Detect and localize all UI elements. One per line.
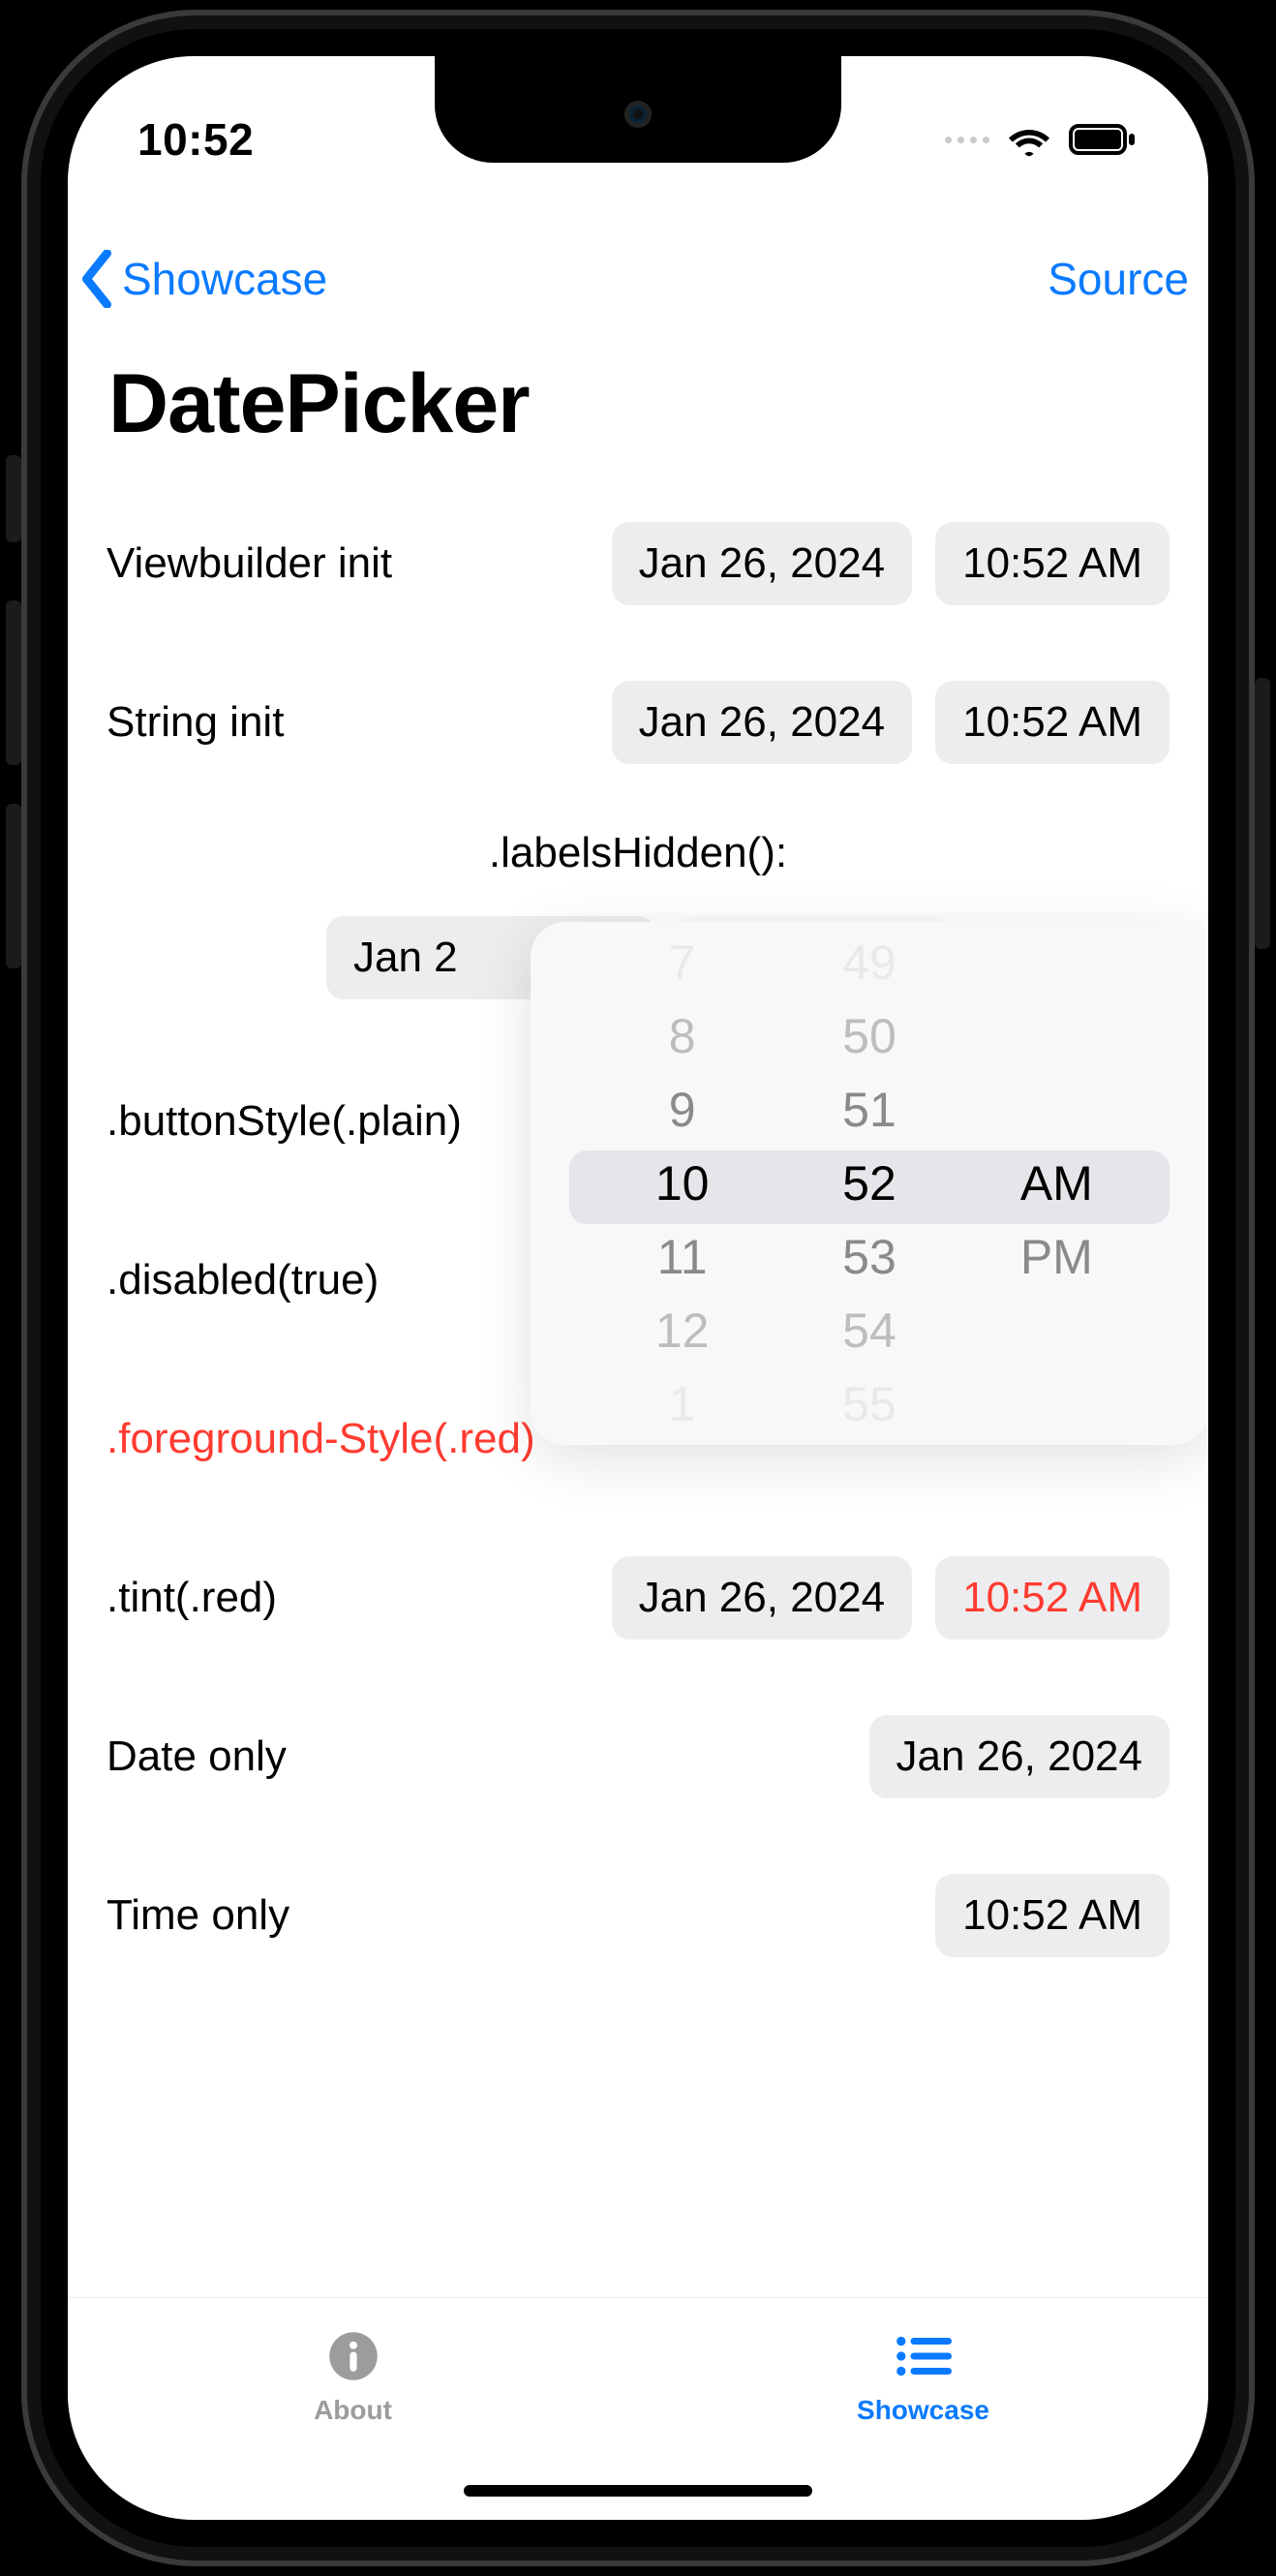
ampm-option: PM xyxy=(1020,1220,1093,1294)
minute-option: 55 xyxy=(842,1367,896,1441)
chips: Jan 26, 2024 10:52 AM xyxy=(612,522,1170,605)
tab-label: About xyxy=(314,2395,392,2426)
minute-option: 51 xyxy=(842,1073,896,1147)
row-string-init: String init Jan 26, 2024 10:52 AM xyxy=(106,670,1170,775)
info-circle-icon xyxy=(324,2327,382,2385)
row-time-only: Time only 10:52 AM xyxy=(106,1863,1170,1968)
picker-wheels: 7 8 9 10 11 12 1 49 50 51 52 53 54 55 xyxy=(531,922,1208,1445)
row-label: Date only xyxy=(106,1732,287,1783)
row-viewbuilder-init: Viewbuilder init Jan 26, 2024 10:52 AM xyxy=(106,511,1170,616)
page-title: DatePicker xyxy=(108,356,530,452)
ampm-wheel[interactable]: . . . AM PM . . xyxy=(963,922,1150,1445)
ringer-switch xyxy=(6,455,21,542)
hour-option: 11 xyxy=(657,1220,708,1294)
chips: Jan 26, 2024 10:52 AM xyxy=(612,681,1170,764)
time-picker-popover[interactable]: 7 8 9 10 11 12 1 49 50 51 52 53 54 55 xyxy=(531,922,1208,1445)
status-right xyxy=(945,122,1139,157)
hour-option: 12 xyxy=(655,1294,710,1367)
chips: Jan 26, 2024 xyxy=(869,1715,1170,1798)
minute-option: 53 xyxy=(842,1220,896,1294)
tab-label: Showcase xyxy=(857,2395,989,2426)
minute-option: 50 xyxy=(842,999,896,1073)
hour-selected: 10 xyxy=(655,1147,710,1220)
hour-option: 1 xyxy=(669,1367,696,1441)
status-time: 10:52 xyxy=(137,113,254,166)
power-button xyxy=(1255,678,1270,949)
chevron-left-icon xyxy=(77,250,116,308)
row-label: String init xyxy=(106,697,284,749)
time-chip[interactable]: 10:52 AM xyxy=(935,1556,1170,1640)
home-indicator[interactable] xyxy=(464,2485,812,2497)
volume-down-button xyxy=(6,804,21,968)
minute-option: 54 xyxy=(842,1294,896,1367)
volume-up-button xyxy=(6,600,21,765)
list-bullet-icon xyxy=(895,2327,953,2385)
status-bar: 10:52 xyxy=(68,101,1208,178)
minute-selected: 52 xyxy=(842,1147,896,1220)
device-stage: 10:52 Showcase Source DatePicke xyxy=(0,0,1276,2576)
date-chip[interactable]: Jan 26, 2024 xyxy=(612,681,912,764)
row-date-only: Date only Jan 26, 2024 xyxy=(106,1704,1170,1809)
row-label: .buttonStyle(.plain) xyxy=(106,1096,462,1148)
time-chip[interactable]: 10:52 AM xyxy=(935,681,1170,764)
row-label: Time only xyxy=(106,1890,289,1942)
date-chip[interactable]: Jan 26, 2024 xyxy=(612,522,912,605)
labelshidden-caption: .labelsHidden(): xyxy=(106,829,1170,877)
navigation-bar: Showcase Source xyxy=(68,221,1208,337)
source-button[interactable]: Source xyxy=(1048,253,1189,305)
time-chip[interactable]: 10:52 AM xyxy=(935,1874,1170,1957)
date-chip[interactable]: Jan 26, 2024 xyxy=(612,1556,912,1640)
hour-option: 8 xyxy=(669,999,696,1073)
row-label: Viewbuilder init xyxy=(106,538,392,590)
time-chip[interactable]: 10:52 AM xyxy=(935,522,1170,605)
row-label: .disabled(true) xyxy=(106,1255,379,1306)
date-chip[interactable]: Jan 26, 2024 xyxy=(869,1715,1170,1798)
battery-icon xyxy=(1069,122,1139,157)
chips: 10:52 AM xyxy=(935,1874,1170,1957)
carrier-dots-icon xyxy=(945,137,989,143)
hour-wheel[interactable]: 7 8 9 10 11 12 1 xyxy=(589,922,775,1445)
screen: 10:52 Showcase Source DatePicke xyxy=(68,56,1208,2520)
hour-option: 9 xyxy=(669,1073,696,1147)
row-tint-red: .tint(.red) Jan 26, 2024 10:52 AM xyxy=(106,1546,1170,1650)
wifi-icon xyxy=(1007,122,1051,157)
row-label: .tint(.red) xyxy=(106,1573,277,1624)
minute-wheel[interactable]: 49 50 51 52 53 54 55 xyxy=(775,922,962,1445)
row-label: .foreground-Style(.red) xyxy=(106,1414,535,1465)
ampm-selected: AM xyxy=(1020,1147,1093,1220)
hour-option: 7 xyxy=(669,926,696,999)
back-label: Showcase xyxy=(122,253,327,305)
minute-option: 49 xyxy=(842,926,896,999)
back-button[interactable]: Showcase xyxy=(77,250,327,308)
chips: Jan 26, 2024 10:52 AM xyxy=(612,1556,1170,1640)
